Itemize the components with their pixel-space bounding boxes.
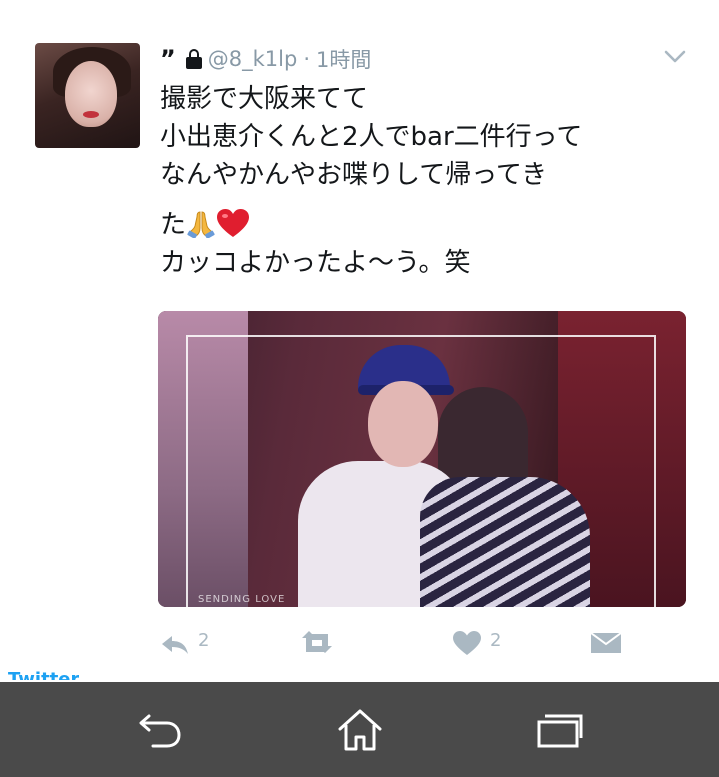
android-navigation-bar <box>0 682 719 777</box>
tweet-text-line: 撮影で大阪来てて <box>160 84 369 114</box>
avatar[interactable] <box>35 43 140 148</box>
tweet-text-line-emoji: た <box>160 206 680 244</box>
tweet-text-line: カッコよかったよ〜う。笑 <box>160 248 471 278</box>
reply-icon <box>162 636 188 654</box>
envelope-icon <box>590 632 622 653</box>
avatar-lips <box>83 111 99 118</box>
dm-button[interactable] <box>590 630 622 654</box>
photo-caption: SENDING LOVE <box>198 594 286 605</box>
chevron-down-icon[interactable] <box>664 50 686 64</box>
reply-count: 2 <box>198 630 210 651</box>
heart-icon <box>453 631 481 655</box>
folded-hands-emoji <box>187 211 215 238</box>
back-button[interactable] <box>130 702 190 758</box>
tweet-photo[interactable]: SENDING LOVE <box>158 311 686 607</box>
like-button[interactable]: 2 <box>452 630 501 656</box>
user-handle[interactable]: @8_k1lp <box>208 47 298 71</box>
home-icon <box>338 709 382 751</box>
retweet-icon <box>302 631 332 653</box>
tweet-text-line: 小出恵介くんと2人でbar二件行って <box>160 122 583 152</box>
tweet-time[interactable]: 1時間 <box>316 44 371 74</box>
tweet-text: 撮影で大阪来てて 小出恵介くんと2人でbar二件行って なんやかんやお喋りして帰… <box>160 80 680 282</box>
recents-button[interactable] <box>530 702 590 758</box>
twitter-link[interactable]: Twitter <box>8 668 79 680</box>
separator: · <box>303 47 311 71</box>
lock-icon <box>185 49 202 69</box>
recents-icon <box>537 714 583 748</box>
retweet-button[interactable] <box>300 630 334 654</box>
photo-frame <box>186 335 656 607</box>
red-heart-emoji <box>217 209 250 237</box>
quote-mark: ” <box>160 45 176 73</box>
tweet-actions: 2 2 <box>160 630 630 656</box>
tweet-text-fragment: た <box>160 210 187 240</box>
tweet-text-line: なんやかんやお喋りして帰ってき <box>160 160 548 190</box>
reply-button[interactable]: 2 <box>160 630 209 654</box>
back-icon <box>139 714 181 748</box>
home-button[interactable] <box>330 702 390 758</box>
like-count: 2 <box>490 630 502 651</box>
tweet[interactable]: ” @8_k1lp · 1時間 撮影で大阪来てて 小出恵介くんと2人でbar二件… <box>0 0 719 680</box>
tweet-header: ” @8_k1lp · 1時間 <box>160 44 371 74</box>
